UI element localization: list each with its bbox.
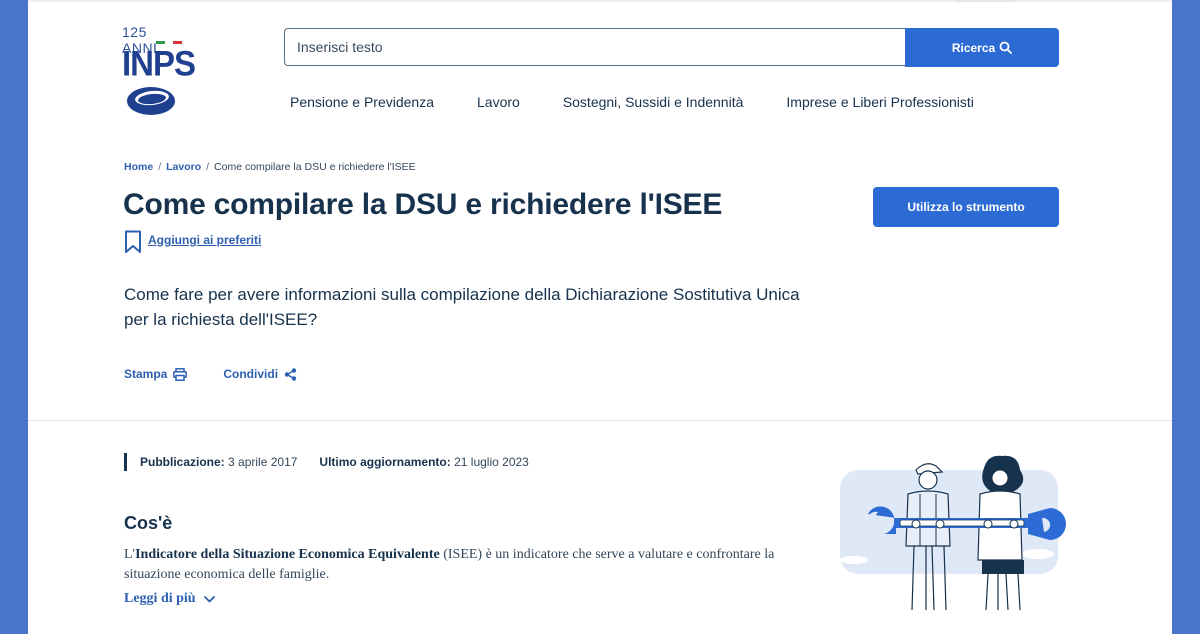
share-button[interactable]: Condividi xyxy=(223,367,297,381)
breadcrumb-current: Come compilare la DSU e richiedere l'ISE… xyxy=(214,161,416,173)
favorite-label: Aggiungi ai preferiti xyxy=(148,233,261,247)
read-more-label: Leggi di più xyxy=(124,591,196,607)
breadcrumb-home[interactable]: Home xyxy=(124,161,153,173)
search-button[interactable]: Ricerca xyxy=(905,28,1059,67)
publication-date: Pubblicazione: 3 aprile 2017 xyxy=(140,455,297,469)
lead-text: Come fare per avere informazioni sulla c… xyxy=(124,282,824,332)
print-button[interactable]: Stampa xyxy=(124,367,187,381)
page-actions: Stampa Condividi xyxy=(124,367,297,381)
workers-illustration xyxy=(838,448,1068,614)
main-nav: Pensione e Previdenza Lavoro Sostegni, S… xyxy=(290,94,974,110)
favorite-link[interactable]: Aggiungi ai preferiti xyxy=(124,230,261,254)
use-tool-button[interactable]: Utilizza lo strumento xyxy=(873,187,1059,227)
top-strip xyxy=(28,0,1172,2)
printer-icon xyxy=(173,368,187,381)
logo-brand-text: INPS xyxy=(122,44,195,83)
share-label: Condividi xyxy=(223,367,278,381)
breadcrumb-lavoro[interactable]: Lavoro xyxy=(166,161,201,173)
nav-item-lavoro[interactable]: Lavoro xyxy=(477,94,520,110)
nav-item-imprese[interactable]: Imprese e Liberi Professionisti xyxy=(786,94,974,110)
inps-logo[interactable]: 125 ANNI INPS xyxy=(122,24,184,120)
page: 125 ANNI INPS Ricerca Pensione e Previde… xyxy=(28,0,1172,634)
search-button-label: Ricerca xyxy=(952,41,995,55)
print-label: Stampa xyxy=(124,367,167,381)
read-more-link[interactable]: Leggi di più xyxy=(124,591,215,607)
section-divider xyxy=(28,420,1172,421)
publication-dates: Pubblicazione: 3 aprile 2017 Ultimo aggi… xyxy=(124,453,529,471)
bookmark-icon xyxy=(124,230,142,254)
breadcrumb: Home/Lavoro/Come compilare la DSU e rich… xyxy=(124,161,416,173)
update-date: Ultimo aggiornamento: 21 luglio 2023 xyxy=(319,455,528,469)
share-icon xyxy=(284,368,297,381)
search-input[interactable] xyxy=(284,28,906,66)
section-description: L'Indicatore della Situazione Economica … xyxy=(124,545,814,585)
nav-item-pensione[interactable]: Pensione e Previdenza xyxy=(290,94,434,110)
page-title: Come compilare la DSU e richiedere l'ISE… xyxy=(123,188,722,222)
search-icon xyxy=(999,41,1012,54)
nav-item-sostegni[interactable]: Sostegni, Sussidi e Indennità xyxy=(563,94,744,110)
section-heading: Cos'è xyxy=(124,513,172,534)
chevron-down-icon xyxy=(204,596,215,603)
logo-ring-icon xyxy=(125,84,177,118)
